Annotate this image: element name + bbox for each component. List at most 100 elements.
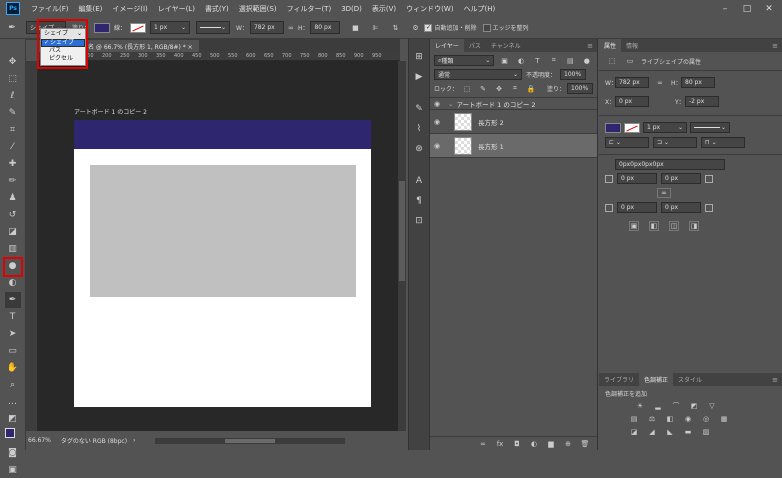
tab-properties[interactable]: 属性 [599,39,622,52]
menu-select[interactable]: 選択範囲(S) [234,4,282,14]
clone-source-icon[interactable]: ⊛ [411,141,427,157]
stroke-join-select[interactable]: ⊓ ⌄ [701,137,745,148]
prop-y-field[interactable]: -2 px [685,96,719,107]
screen-mode-icon[interactable]: ▣ [5,462,21,478]
filter-type-icon[interactable]: T [533,56,541,66]
layer-style-icon[interactable]: fx [495,439,505,449]
crop-tool-icon[interactable]: ⌗ [5,122,21,138]
eyedropper-tool-icon[interactable]: ⁄ [5,139,21,155]
lasso-tool-icon[interactable]: ℓ [5,88,21,104]
dodge-tool-icon[interactable]: ◐ [5,275,21,291]
height-field[interactable]: 80 px [310,21,341,34]
corner-tl-field[interactable]: 0 px [617,173,657,184]
threshold-icon[interactable]: ◣ [665,427,675,437]
layer-artboard[interactable]: ◉ ⌄ アートボード 1 のコピー 2 [430,98,597,110]
filter-toggle-icon[interactable]: ● [583,56,591,66]
menu-file[interactable]: ファイル(F) [26,4,74,14]
lock-artboard-icon[interactable]: ⌗ [510,84,520,94]
tab-styles[interactable]: スタイル [673,373,707,386]
layer-name[interactable]: アートボード 1 のコピー 2 [456,99,535,109]
tab-channels[interactable]: チャンネル [486,39,526,52]
color-lookup-icon[interactable]: ▦ [719,414,729,424]
exposure-icon[interactable]: ◩ [689,401,699,411]
stroke-cap-select[interactable]: ⊐ ⌄ [653,137,697,148]
eraser-tool-icon[interactable]: ◪ [5,224,21,240]
prop-h-field[interactable]: 80 px [681,77,715,88]
menu-image[interactable]: イメージ(I) [107,4,152,14]
menu-filter[interactable]: フィルター(T) [282,4,337,14]
layer-rect1[interactable]: ◉ 長方形 1 [430,134,597,158]
artboard[interactable] [74,120,371,407]
lock-transparent-icon[interactable]: ⬚ [462,84,472,94]
link-icon[interactable]: ∞ [286,23,296,33]
brushes-panel-icon[interactable]: ⌇ [411,121,427,137]
filter-pixel-icon[interactable]: ▣ [500,56,508,66]
menu-view[interactable]: 表示(V) [367,4,401,14]
menu-type[interactable]: 書式(Y) [200,4,234,14]
new-layer-icon[interactable]: ⊕ [563,439,573,449]
new-group-icon[interactable]: ▆ [546,439,556,449]
artboard-label[interactable]: アートボード 1 のコピー 2 [74,107,147,116]
invert-icon[interactable]: ◪ [629,427,639,437]
path-combine-icon[interactable]: ▣ [629,221,639,231]
vertical-scrollbar[interactable] [398,61,406,431]
layer-name[interactable]: 長方形 1 [478,141,504,151]
minimize-icon[interactable]: – [714,0,736,17]
history-panel-icon[interactable]: ⊞ [411,49,427,65]
menu-window[interactable]: ウィンドウ(W) [401,4,458,14]
chevron-down-icon[interactable]: ⌄ [448,100,453,108]
pen-tool-preset-icon[interactable]: ✒ [4,20,20,36]
layer-name[interactable]: 長方形 2 [478,117,504,127]
actions-panel-icon[interactable]: ▶ [411,69,427,85]
gradient-map-icon[interactable]: ▬ [683,427,693,437]
panel-menu-icon[interactable]: ≡ [768,374,782,386]
menu-edit[interactable]: 編集(E) [74,4,108,14]
link-corners-icon[interactable]: ∞ [657,188,671,198]
layer-filter-select[interactable]: ⌕ 種類 ⌄ [434,55,495,66]
filter-shape-icon[interactable]: ⌗ [550,56,558,66]
photo-filter-icon[interactable]: ◉ [683,414,693,424]
quick-select-tool-icon[interactable]: ✎ [5,105,21,121]
stroke-align-select[interactable]: ⊏ ⌄ [605,137,649,148]
zoom-tool-icon[interactable]: ⌕ [5,377,21,393]
character-panel-icon[interactable]: A [411,173,427,189]
lock-image-icon[interactable]: ✎ [478,84,488,94]
path-arrangement-icon[interactable]: ⇅ [390,23,400,33]
link-icon[interactable]: ∞ [655,78,665,88]
prop-stroke-style[interactable]: ⌄ [690,122,730,133]
filter-smart-icon[interactable]: ▤ [566,56,574,66]
gray-rectangle[interactable] [90,165,356,297]
width-field[interactable]: 782 px [249,21,284,34]
panel-menu-icon[interactable]: ≡ [768,40,782,52]
zoom-level[interactable]: 66.67% [28,437,51,444]
layer-rect2[interactable]: ◉ 長方形 2 [430,110,597,134]
color-swatches[interactable] [3,428,23,444]
corner-bl-field[interactable]: 0 px [617,202,657,213]
more-tools-icon[interactable]: … [5,394,21,410]
maximize-icon[interactable]: □ [736,0,758,17]
link-layers-icon[interactable]: ∞ [478,439,488,449]
status-arrow-icon[interactable]: › [133,437,135,444]
vibrance-icon[interactable]: ▽ [707,401,717,411]
corner-br-field[interactable]: 0 px [661,202,701,213]
fill-field[interactable]: 100% [567,83,593,94]
opacity-field[interactable]: 100% [560,69,587,80]
blend-mode-select[interactable]: 通常 ⌄ [434,69,522,80]
tab-paths[interactable]: パス [464,39,486,52]
close-tab-icon[interactable]: × [188,44,193,51]
brightness-icon[interactable]: ☀ [635,401,645,411]
align-edges-checkbox[interactable] [482,23,491,32]
panel-menu-icon[interactable]: ≡ [583,40,597,52]
selective-color-icon[interactable]: ▨ [701,427,711,437]
fill-swatch[interactable] [94,22,111,33]
adjustment-layer-icon[interactable]: ◐ [529,439,539,449]
black-white-icon[interactable]: ◧ [665,414,675,424]
header-rectangle[interactable] [74,120,371,149]
prop-stroke-swatch[interactable] [624,122,640,133]
prop-stroke-width[interactable]: 1 px ⌄ [643,122,687,133]
curves-icon[interactable]: ⌒ [671,401,681,411]
eye-icon[interactable]: ◉ [430,142,444,150]
gear-icon[interactable]: ⚙ [410,23,420,33]
type-tool-icon[interactable]: T [5,309,21,325]
auto-add-delete-checkbox[interactable]: ✓ [424,23,433,32]
